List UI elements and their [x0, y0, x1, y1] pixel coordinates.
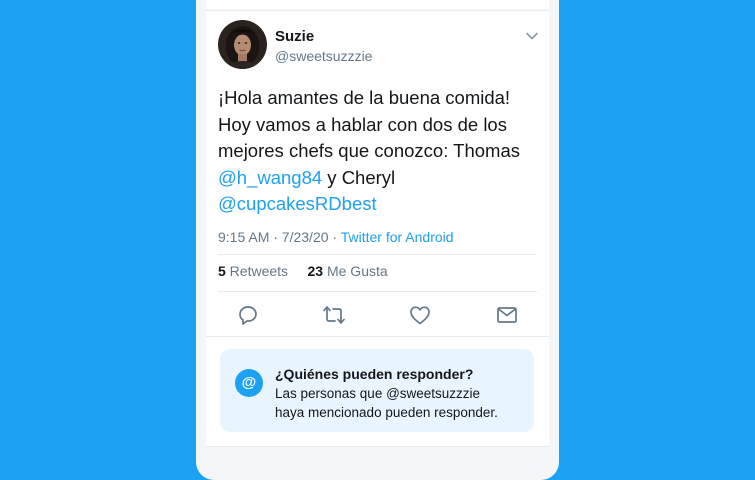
tweet-text-line: @h_wang84 y Cheryl — [218, 165, 543, 192]
likes-stat[interactable]: 23 Me Gusta — [308, 263, 388, 279]
tweet-metadata: 9:15 AM · 7/23/20 · Twitter for Android — [218, 229, 454, 245]
avatar[interactable] — [218, 20, 267, 69]
reply-restriction-body: Las personas que @sweetsuzzzie haya menc… — [275, 384, 525, 422]
retweets-count: 5 — [218, 263, 226, 279]
at-icon: @ — [235, 369, 263, 397]
avatar-image — [218, 20, 267, 69]
timestamp[interactable]: 9:15 AM · 7/23/20 · — [218, 229, 341, 245]
tweet-text-line: ¡Hola amantes de la buena comida! — [218, 87, 511, 108]
likes-count: 23 — [307, 263, 324, 279]
author-name[interactable]: Suzie — [275, 28, 314, 45]
reply-restriction-line: Las personas que @sweetsuzzzie — [275, 386, 481, 401]
divider — [218, 254, 537, 255]
divider — [218, 291, 537, 292]
reply-restriction-title: ¿Quiénes pueden responder? — [275, 366, 474, 382]
tweet-text-line: mejores chefs que conozco: Thomas — [218, 140, 520, 161]
previous-card-edge — [206, 0, 549, 9]
likes-label: Me Gusta — [323, 263, 388, 279]
chevron-down-icon[interactable] — [525, 29, 539, 43]
reply-restriction-notice: @ ¿Quiénes pueden responder? Las persona… — [220, 349, 534, 432]
mention-link[interactable]: @cupcakesRDbest — [218, 193, 377, 214]
tweet-card: Suzie @sweetsuzzzie ¡Hola amantes de la … — [206, 10, 549, 447]
heart-icon[interactable] — [408, 303, 432, 327]
divider — [206, 336, 549, 337]
reply-icon[interactable] — [236, 303, 260, 327]
retweet-icon[interactable] — [322, 303, 346, 327]
author-handle[interactable]: @sweetsuzzzie — [275, 48, 372, 64]
retweets-label: Retweets — [225, 263, 289, 279]
source-link[interactable]: Twitter for Android — [341, 229, 454, 245]
tweet-stats: 5 Retweets 23 Me Gusta — [218, 263, 388, 279]
share-mail-icon[interactable] — [495, 303, 519, 327]
reply-restriction-line: haya mencionado pueden responder. — [275, 405, 498, 420]
retweets-stat[interactable]: 5 Retweets — [218, 263, 288, 279]
mention-link[interactable]: @h_wang84 — [218, 167, 322, 188]
tweet-text-line: @cupcakesRDbest — [218, 191, 543, 218]
divider — [206, 446, 549, 447]
tweet-text-fragment: y Cheryl — [322, 166, 396, 188]
action-bar — [206, 303, 549, 335]
tweet-text: ¡Hola amantes de la buena comida! Hoy va… — [218, 85, 543, 218]
tweet-text-line: Hoy vamos a hablar con dos de los — [218, 113, 507, 135]
